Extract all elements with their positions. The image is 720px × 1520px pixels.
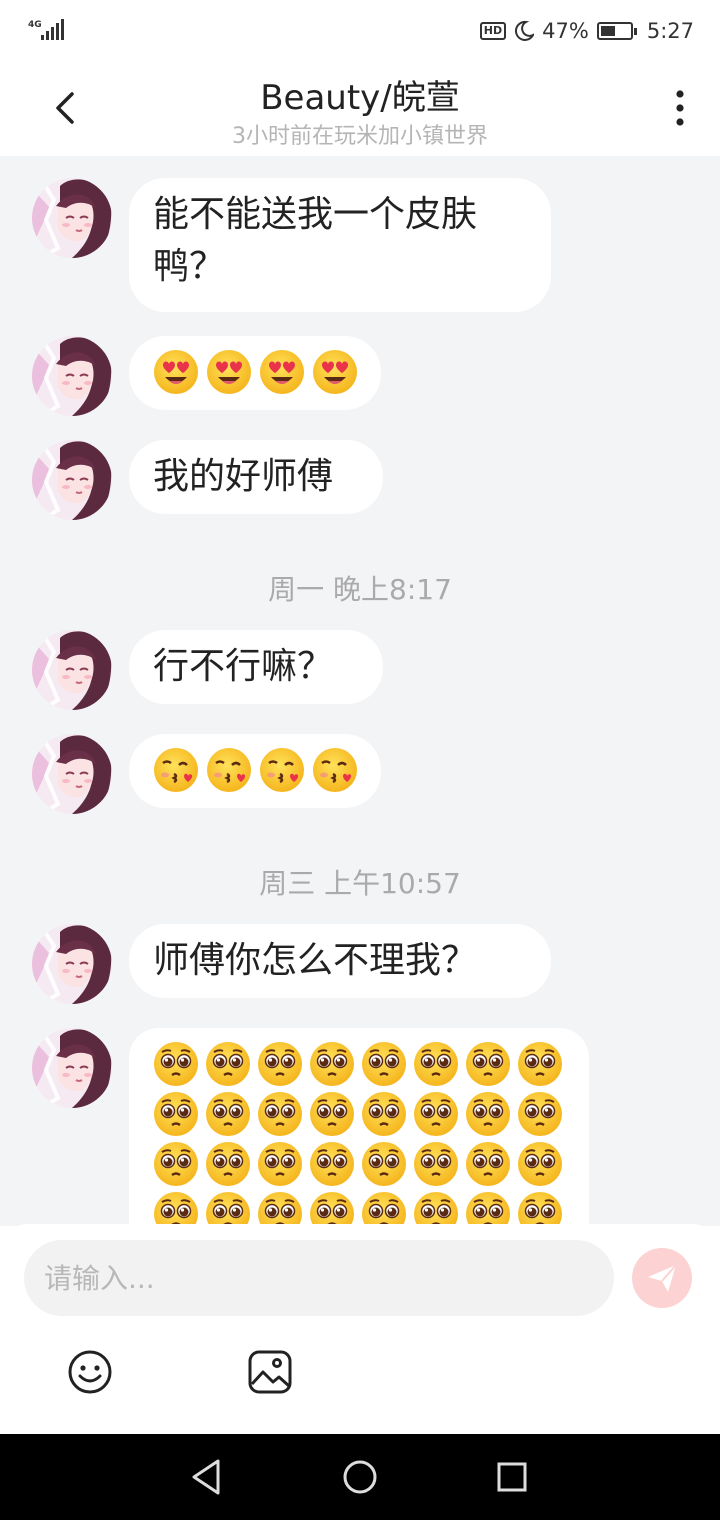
kiss-emoji-icon	[205, 746, 253, 794]
pleading-face-emoji-icon	[516, 1040, 564, 1088]
message-bubble[interactable]: 师傅你怎么不理我？	[129, 924, 551, 998]
pleading-face-emoji-icon	[204, 1040, 252, 1088]
pleading-face-emoji-icon	[360, 1040, 408, 1088]
status-bar: 4G HD 47% 5:27	[0, 0, 720, 62]
pleading-face-emoji-icon	[256, 1140, 304, 1188]
pleading-face-emoji-icon	[360, 1090, 408, 1138]
system-nav-bar	[0, 1434, 720, 1520]
hd-badge: HD	[479, 22, 507, 40]
nav-recents-icon[interactable]	[490, 1455, 534, 1499]
emoji-icon[interactable]	[66, 1348, 114, 1396]
battery-percent: 47%	[542, 19, 589, 43]
pleading-face-emoji-icon	[256, 1190, 304, 1226]
pleading-face-emoji-icon	[308, 1040, 356, 1088]
message-bubble[interactable]	[129, 1028, 589, 1226]
pleading-face-emoji-icon	[516, 1090, 564, 1138]
message-list[interactable]: 能不能送我一个皮肤 鸭？ 我的好师傅 周一 晚上8:17 行不行嘛？ 周三 上午…	[0, 156, 720, 1226]
pleading-face-emoji-icon	[464, 1190, 512, 1226]
pleading-face-emoji-icon	[152, 1190, 200, 1226]
pleading-face-emoji-icon	[412, 1190, 460, 1226]
composer	[0, 1224, 720, 1434]
more-vertical-icon[interactable]	[670, 86, 690, 130]
send-button[interactable]	[632, 1248, 692, 1308]
pleading-face-emoji-icon	[256, 1040, 304, 1088]
message-text: 能不能送我一个皮肤	[153, 194, 478, 235]
emoji-grid	[152, 1040, 566, 1226]
pleading-face-emoji-icon	[412, 1090, 460, 1138]
nav-back-icon[interactable]	[184, 1455, 228, 1499]
avatar[interactable]	[32, 440, 112, 520]
pleading-face-emoji-icon	[360, 1140, 408, 1188]
timestamp: 周三 上午10:57	[259, 867, 461, 900]
heart-eyes-emoji-icon	[152, 348, 200, 396]
moon-icon	[515, 20, 535, 41]
message-bubble[interactable]	[129, 734, 381, 808]
pleading-face-emoji-icon	[152, 1040, 200, 1088]
pleading-face-emoji-icon	[308, 1140, 356, 1188]
pleading-face-emoji-icon	[516, 1140, 564, 1188]
pleading-face-emoji-icon	[412, 1040, 460, 1088]
pleading-face-emoji-icon	[360, 1190, 408, 1226]
pleading-face-emoji-icon	[516, 1190, 564, 1226]
kiss-emoji-icon	[311, 746, 359, 794]
pleading-face-emoji-icon	[464, 1090, 512, 1138]
svg-text:4G: 4G	[28, 20, 42, 30]
message-input-wrapper[interactable]	[24, 1240, 614, 1316]
pleading-face-emoji-icon	[464, 1040, 512, 1088]
emoji-row	[152, 348, 358, 396]
pleading-face-emoji-icon	[152, 1140, 200, 1188]
presence-status: 3小时前在玩米加小镇世界	[232, 124, 488, 149]
send-icon	[648, 1264, 677, 1292]
pleading-face-emoji-icon	[256, 1090, 304, 1138]
message-input[interactable]	[44, 1240, 614, 1316]
chat-header: Beauty/皖萱 3小时前在玩米加小镇世界	[0, 62, 720, 156]
emoji-row	[152, 746, 358, 794]
pleading-face-emoji-icon	[204, 1090, 252, 1138]
heart-eyes-emoji-icon	[205, 348, 253, 396]
heart-eyes-emoji-icon	[258, 348, 306, 396]
message-bubble[interactable]	[129, 336, 381, 410]
kiss-emoji-icon	[152, 746, 200, 794]
pleading-face-emoji-icon	[204, 1140, 252, 1188]
signal-icon: 4G	[28, 19, 64, 40]
battery-icon	[596, 22, 637, 40]
message-bubble[interactable]: 行不行嘛？	[129, 630, 383, 704]
pleading-face-emoji-icon	[412, 1140, 460, 1188]
pleading-face-emoji-icon	[204, 1190, 252, 1226]
nav-home-icon[interactable]	[338, 1455, 382, 1499]
message-text: 我的好师傅	[153, 456, 334, 497]
avatar[interactable]	[32, 1028, 112, 1108]
message-bubble[interactable]: 我的好师傅	[129, 440, 383, 514]
timestamp: 周一 晚上8:17	[268, 573, 452, 606]
pleading-face-emoji-icon	[308, 1090, 356, 1138]
avatar[interactable]	[32, 336, 112, 416]
avatar[interactable]	[32, 734, 112, 814]
avatar[interactable]	[32, 924, 112, 1004]
avatar[interactable]	[32, 630, 112, 710]
message-text: 师傅你怎么不理我？	[153, 940, 478, 981]
heart-eyes-emoji-icon	[311, 348, 359, 396]
message-text: 行不行嘛？	[153, 646, 334, 687]
pleading-face-emoji-icon	[308, 1190, 356, 1226]
clock: 5:27	[646, 19, 694, 43]
avatar[interactable]	[32, 178, 112, 258]
message-bubble[interactable]: 能不能送我一个皮肤 鸭？	[129, 178, 551, 312]
pleading-face-emoji-icon	[152, 1090, 200, 1138]
kiss-emoji-icon	[258, 746, 306, 794]
page-title: Beauty/皖萱	[260, 78, 460, 118]
pleading-face-emoji-icon	[464, 1140, 512, 1188]
message-text: 鸭？	[153, 246, 226, 287]
image-icon[interactable]	[246, 1348, 294, 1396]
